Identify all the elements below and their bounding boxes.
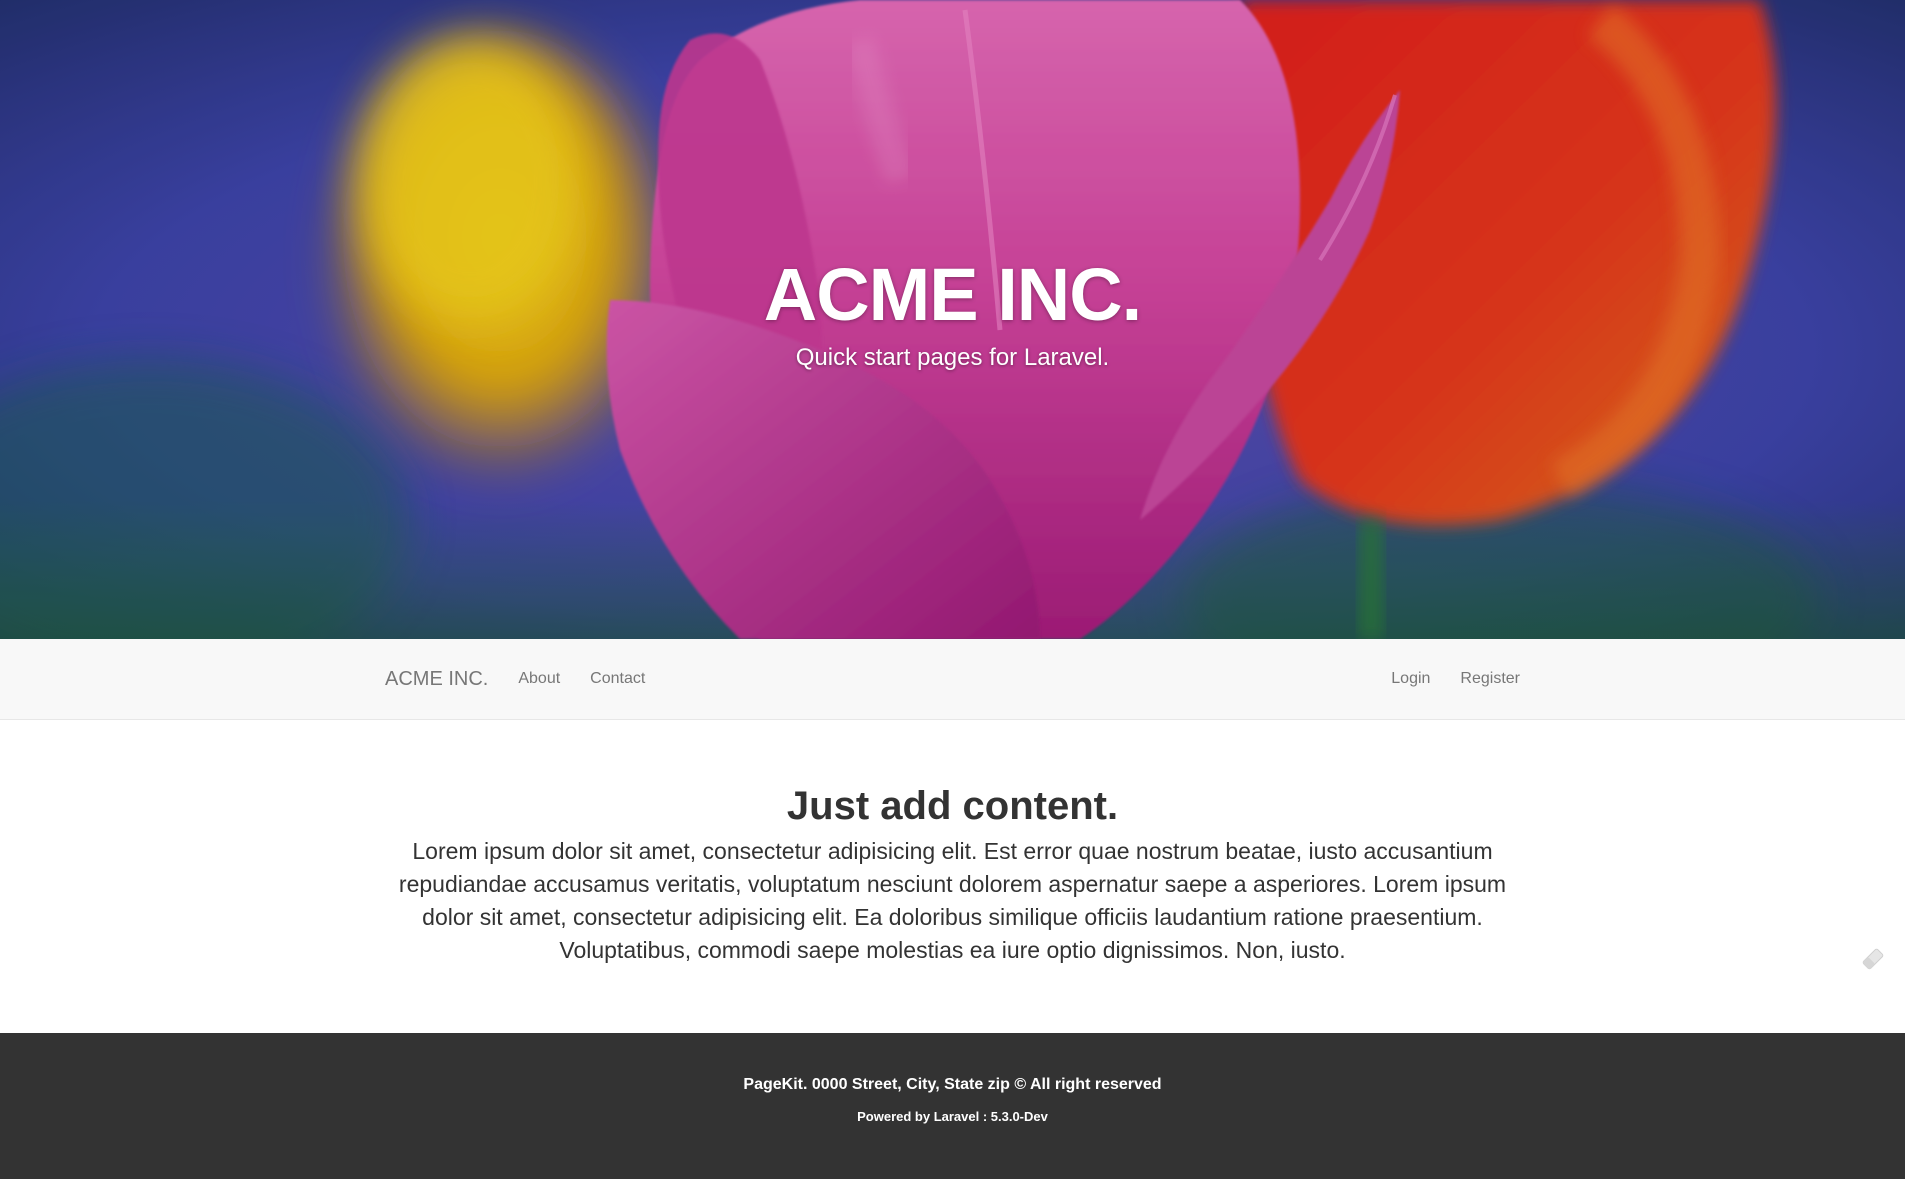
content-body: Lorem ipsum dolor sit amet, consectetur … xyxy=(398,838,1507,963)
nav-link-login[interactable]: Login xyxy=(1376,670,1445,688)
navbar-container: ACME INC. About Contact Login Register xyxy=(370,639,1535,719)
navbar-brand[interactable]: ACME INC. xyxy=(370,668,503,691)
nav-left: ACME INC. About Contact xyxy=(370,668,660,691)
content-heading: Just add content. xyxy=(786,784,1119,828)
nav-link-register[interactable]: Register xyxy=(1445,670,1535,688)
navbar: ACME INC. About Contact Login Register xyxy=(0,639,1905,720)
hero-subtitle: Quick start pages for Laravel. xyxy=(795,344,1110,371)
nav-link-contact[interactable]: Contact xyxy=(575,670,660,688)
main-content: Just add content. Lorem ipsum dolor sit … xyxy=(0,720,1905,1033)
nav-right: Login Register xyxy=(1376,670,1535,688)
eraser-icon[interactable] xyxy=(1859,945,1887,973)
hero-title: ACME INC. xyxy=(763,253,1142,336)
nav-link-about[interactable]: About xyxy=(503,670,575,688)
hero-text: ACME INC. Quick start pages for Laravel. xyxy=(0,255,1905,373)
hero-banner: ACME INC. Quick start pages for Laravel. xyxy=(0,0,1905,639)
footer-powered-by: Powered by Laravel : 5.3.0-Dev xyxy=(857,1109,1048,1124)
footer-address: PageKit. 0000 Street, City, State zip © … xyxy=(743,1076,1162,1093)
footer: PageKit. 0000 Street, City, State zip © … xyxy=(0,1033,1905,1179)
